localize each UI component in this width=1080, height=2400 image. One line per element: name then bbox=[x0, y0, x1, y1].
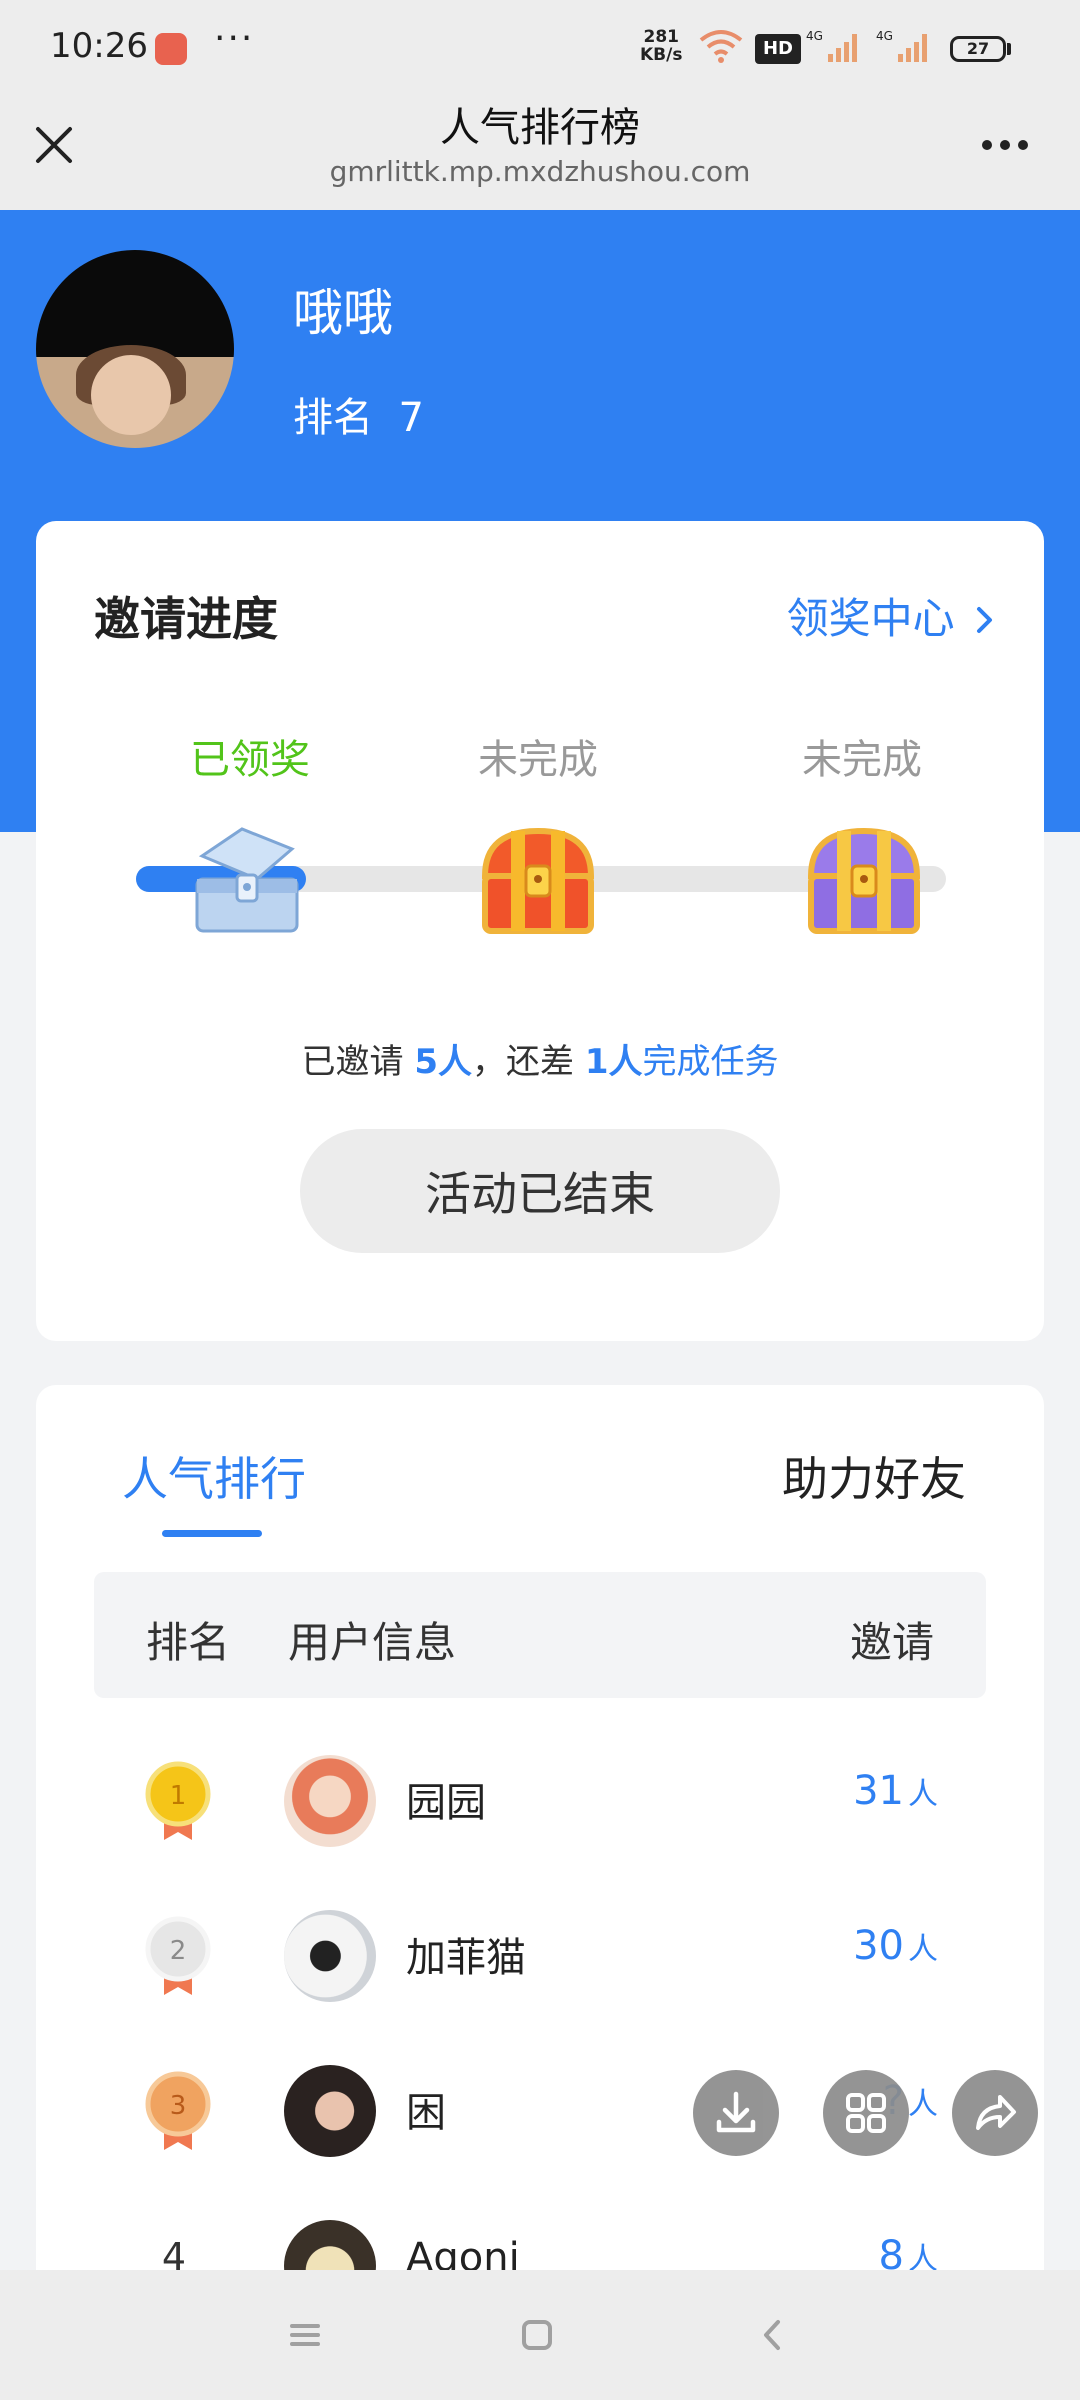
active-tab-indicator bbox=[162, 1530, 262, 1537]
network-speed-unit: KB/s bbox=[640, 45, 683, 65]
download-button[interactable] bbox=[693, 2070, 779, 2156]
grid-icon bbox=[846, 2093, 886, 2133]
invite-prefix: 已邀请 bbox=[301, 1042, 404, 1082]
row-user-name: 困 bbox=[406, 2090, 446, 2136]
status-bar: 10:26 ··· 281 KB/s HD 4G 4G 27 bbox=[0, 0, 1080, 95]
invite-progress-card: 邀请进度 领奖中心 已领奖 未完成 未完成 已邀请 5人，还差 1人完成任务 活… bbox=[36, 521, 1044, 1341]
treasure-chest-red-icon[interactable] bbox=[473, 821, 603, 941]
count-unit: 人 bbox=[908, 2087, 938, 2122]
reward-center-label: 领奖中心 bbox=[786, 594, 955, 643]
stage-label-3: 未完成 bbox=[802, 737, 922, 783]
invite-status-text: 已邀请 5人，还差 1人完成任务 bbox=[36, 1034, 1044, 1083]
chevron-right-icon bbox=[977, 607, 992, 633]
count-value: 30 bbox=[853, 1923, 904, 1969]
activity-ended-button[interactable]: 活动已结束 bbox=[300, 1129, 780, 1253]
apps-button[interactable] bbox=[823, 2070, 909, 2156]
tab-popularity-ranking[interactable]: 人气排行 bbox=[122, 1443, 306, 1509]
user-rank: 排名 7 bbox=[293, 385, 424, 443]
section-title: 邀请进度 bbox=[94, 592, 278, 646]
battery-icon: 27 bbox=[950, 36, 1006, 62]
row-invite-count: 30 人 bbox=[853, 1923, 938, 1969]
medal-number: 3 bbox=[170, 2091, 187, 2121]
stage-label-2: 未完成 bbox=[478, 737, 598, 783]
more-options-icon[interactable] bbox=[975, 125, 1035, 165]
signal-4g-icon: 4G bbox=[876, 29, 927, 62]
treasure-chest-purple-icon[interactable] bbox=[799, 821, 929, 941]
row-invite-count: 31 人 bbox=[853, 1768, 938, 1814]
count-unit: 人 bbox=[908, 1932, 938, 1967]
count-unit: 人 bbox=[908, 1777, 938, 1812]
menu-icon[interactable] bbox=[280, 2310, 330, 2360]
invite-middle: ，还差 bbox=[472, 1042, 574, 1082]
gold-medal-icon: 1 bbox=[145, 1761, 211, 1840]
column-invite: 邀请 bbox=[849, 1618, 934, 1667]
home-icon[interactable] bbox=[512, 2310, 562, 2360]
bronze-medal-icon: 3 bbox=[145, 2071, 211, 2150]
column-rank: 排名 bbox=[146, 1618, 231, 1667]
status-time: 10:26 bbox=[50, 26, 148, 66]
network-speed: 281 KB/s bbox=[640, 28, 682, 64]
share-icon bbox=[976, 2095, 1016, 2130]
svg-text:4G: 4G bbox=[806, 29, 823, 43]
count-value: 31 bbox=[853, 1768, 904, 1814]
avatar bbox=[284, 1910, 376, 2002]
invited-count: 5人 bbox=[414, 1042, 472, 1082]
treasure-chest-opened-icon[interactable] bbox=[182, 821, 312, 941]
stage-label-1: 已领奖 bbox=[190, 737, 310, 783]
signal-4g-icon: 4G bbox=[806, 29, 857, 62]
avatar bbox=[36, 250, 234, 448]
more-notifications-icon: ··· bbox=[214, 18, 255, 59]
rank-label: 排名 bbox=[293, 395, 373, 441]
table-row[interactable]: 1 园园 31 人 bbox=[36, 1730, 1044, 1885]
hd-icon: HD bbox=[755, 34, 801, 64]
avatar-face-shape bbox=[91, 355, 171, 435]
column-user-info: 用户信息 bbox=[288, 1618, 457, 1667]
share-button[interactable] bbox=[952, 2070, 1038, 2156]
row-user-name: 加菲猫 bbox=[406, 1935, 526, 1981]
system-navigation-bar bbox=[0, 2270, 1080, 2400]
back-icon[interactable] bbox=[748, 2310, 798, 2360]
remaining-count: 1人 bbox=[584, 1042, 643, 1082]
page-title: 人气排行榜 bbox=[440, 105, 640, 151]
avatar bbox=[284, 2065, 376, 2157]
silver-medal-icon: 2 bbox=[145, 1916, 211, 1995]
download-icon bbox=[716, 2091, 756, 2133]
medal-number: 2 bbox=[170, 1936, 187, 1966]
app-notification-icon bbox=[155, 33, 187, 65]
tab-helper-friends[interactable]: 助力好友 bbox=[782, 1443, 966, 1509]
svg-text:4G: 4G bbox=[876, 29, 893, 43]
table-header: 排名 用户信息 邀请 bbox=[94, 1572, 986, 1698]
avatar bbox=[284, 1755, 376, 1847]
network-speed-value: 281 bbox=[643, 27, 679, 47]
wifi-icon bbox=[699, 30, 743, 63]
nav-header: 人气排行榜 gmrlittk.mp.mxdzhushou.com bbox=[0, 95, 1080, 210]
medal-number: 1 bbox=[170, 1781, 187, 1811]
ranking-card: 人气排行 助力好友 排名 用户信息 邀请 1 园园 31 人 2 加菲猫 30 人 bbox=[36, 1385, 1044, 2400]
table-row[interactable]: 2 加菲猫 30 人 bbox=[36, 1885, 1044, 2040]
user-name: 哦哦 bbox=[293, 284, 393, 342]
page-url: gmrlittk.mp.mxdzhushou.com bbox=[329, 155, 751, 188]
reward-center-link[interactable]: 领奖中心 bbox=[787, 585, 996, 646]
rank-value: 7 bbox=[398, 395, 424, 441]
battery-tip bbox=[1007, 43, 1011, 55]
invite-suffix: 完成任务 bbox=[642, 1042, 779, 1082]
row-user-name: 园园 bbox=[406, 1780, 486, 1826]
